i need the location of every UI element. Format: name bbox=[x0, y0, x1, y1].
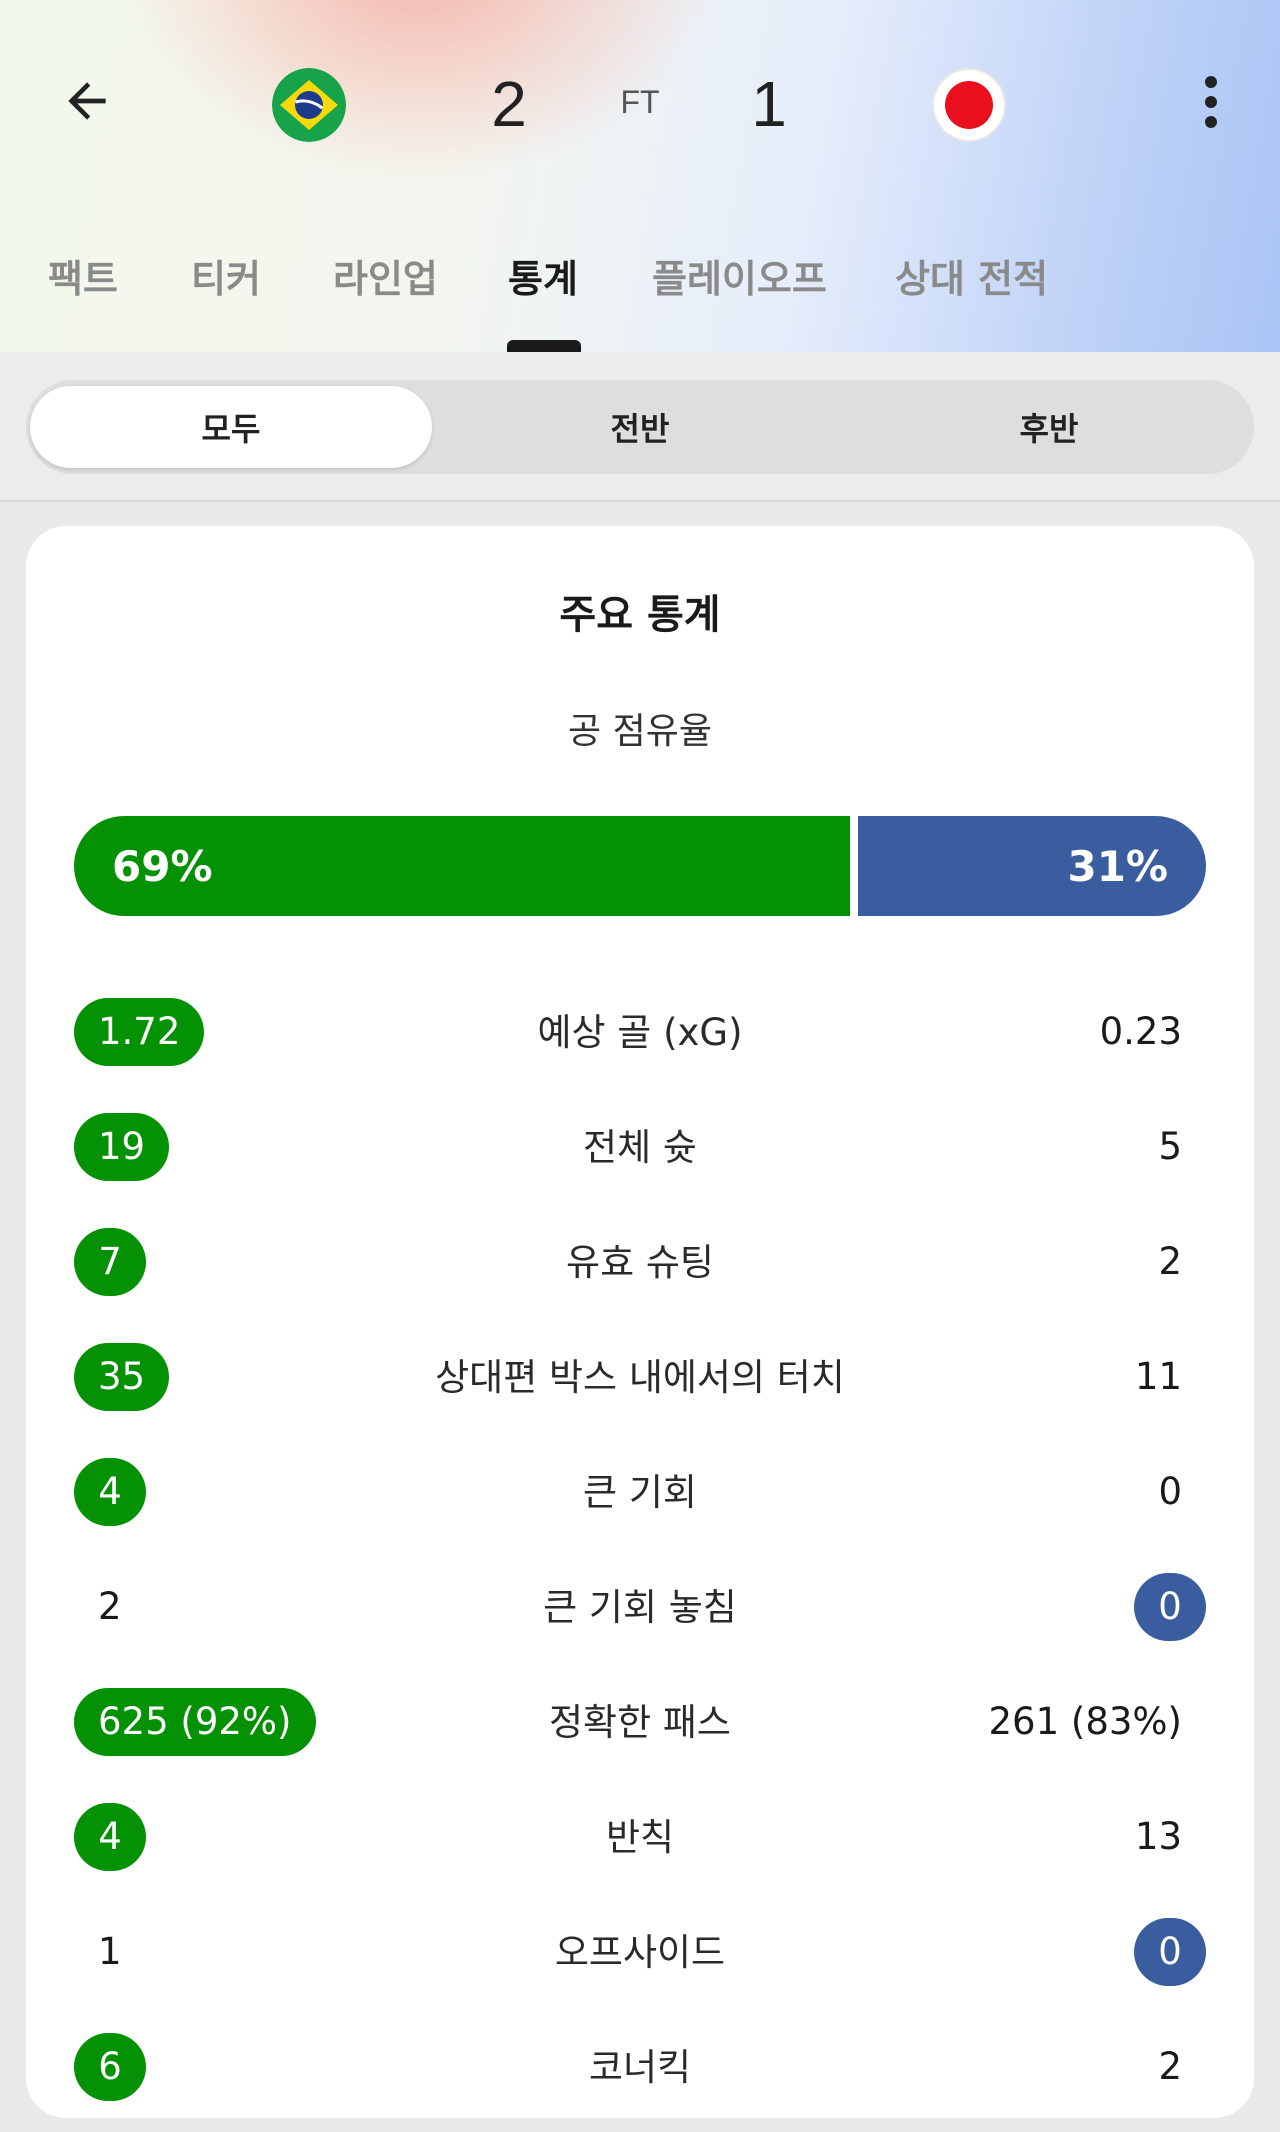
segment-all[interactable]: 모두 bbox=[30, 386, 432, 468]
stat-away-value: 11 bbox=[1134, 1355, 1182, 1398]
stat-home-value: 7 bbox=[74, 1228, 146, 1296]
stat-away-value: 13 bbox=[1134, 1815, 1182, 1858]
arrow-left-icon bbox=[68, 82, 106, 120]
stat-row: 정확한 패스 625 (92%) 261 (83%) bbox=[74, 1688, 1206, 1758]
stat-away-value: 5 bbox=[1158, 1125, 1182, 1168]
stat-label: 상대편 박스 내에서의 터치 bbox=[435, 1356, 845, 1399]
stat-home-value: 1.72 bbox=[74, 998, 205, 1066]
card-title: 주요 통계 bbox=[559, 592, 721, 638]
japan-flag-icon[interactable] bbox=[932, 68, 1006, 142]
stat-away-value: 2 bbox=[1158, 1240, 1182, 1283]
tab-lineup[interactable]: 라인업 bbox=[333, 248, 438, 303]
stat-row: 예상 골 (xG) 1.72 0.23 bbox=[74, 998, 1206, 1068]
segment-second-half[interactable]: 후반 bbox=[848, 386, 1250, 468]
top-stats-card: 주요 통계 공 점유율 69% 31% 예상 골 (xG) 1.72 0.23 전체 … bbox=[26, 526, 1254, 2118]
back-button[interactable] bbox=[52, 66, 122, 136]
stat-label: 예상 골 (xG) bbox=[537, 1011, 743, 1054]
stat-label: 유효 슈팅 bbox=[566, 1241, 714, 1284]
stat-label: 큰 기회 bbox=[583, 1471, 697, 1514]
match-header: 2 FT 1 팩트 티커 라인업 통계 플레이오프 상대 전적 bbox=[0, 0, 1280, 352]
stat-away-value: 2 bbox=[1158, 2045, 1182, 2088]
stat-row: 반칙 4 13 bbox=[74, 1803, 1206, 1873]
possession-label: 공 점유율 bbox=[568, 711, 712, 752]
brazil-flag-icon[interactable] bbox=[272, 68, 346, 142]
stat-home-value: 6 bbox=[74, 2033, 146, 2101]
tab-ticker[interactable]: 티커 bbox=[191, 248, 261, 303]
stat-row: 큰 기회 놓침 2 0 bbox=[74, 1573, 1206, 1643]
stat-label: 오프사이드 bbox=[554, 1931, 726, 1974]
stat-away-value: 0.23 bbox=[1099, 1010, 1182, 1053]
match-tabs: 팩트 티커 라인업 통계 플레이오프 상대 전적 bbox=[0, 248, 1280, 308]
stat-away-value: 0 bbox=[1158, 1470, 1182, 1513]
segment-first-half[interactable]: 전반 bbox=[439, 386, 841, 468]
stat-home-value: 625 (92%) bbox=[74, 1688, 316, 1756]
home-score: 2 bbox=[491, 68, 527, 140]
tab-facts[interactable]: 팩트 bbox=[48, 248, 118, 303]
stat-label: 코너킥 bbox=[588, 2046, 692, 2089]
stat-row: 전체 슛 19 5 bbox=[74, 1113, 1206, 1183]
tab-head-to-head[interactable]: 상대 전적 bbox=[895, 248, 1048, 303]
tab-stats[interactable]: 통계 bbox=[508, 248, 578, 303]
possession-bar: 69% 31% bbox=[74, 816, 1206, 916]
stat-home-value: 19 bbox=[74, 1113, 170, 1181]
stat-home-value: 2 bbox=[98, 1585, 122, 1628]
stat-row: 유효 슈팅 7 2 bbox=[74, 1228, 1206, 1298]
active-tab-indicator bbox=[507, 340, 581, 352]
tab-playoff[interactable]: 플레이오프 bbox=[652, 248, 827, 303]
stat-label: 전체 슛 bbox=[583, 1126, 697, 1169]
period-filter-bar: 모두 전반 후반 bbox=[0, 352, 1280, 502]
stat-row: 오프사이드 1 0 bbox=[74, 1918, 1206, 1988]
stat-home-value: 4 bbox=[74, 1803, 146, 1871]
possession-away-segment: 31% bbox=[858, 816, 1206, 916]
stat-away-value: 261 (83%) bbox=[988, 1700, 1183, 1743]
period-segmented-control: 모두 전반 후반 bbox=[26, 380, 1254, 474]
stat-label: 큰 기회 놓침 bbox=[543, 1586, 737, 1629]
match-status: FT bbox=[620, 84, 660, 120]
stat-row: 상대편 박스 내에서의 터치 35 11 bbox=[74, 1343, 1206, 1413]
possession-home-segment: 69% bbox=[74, 816, 850, 916]
more-vertical-icon bbox=[1205, 76, 1217, 128]
stat-row: 코너킥 6 2 bbox=[74, 2033, 1206, 2103]
away-score: 1 bbox=[751, 68, 787, 140]
stat-label: 반칙 bbox=[605, 1816, 675, 1859]
stat-away-value: 0 bbox=[1134, 1918, 1206, 1986]
more-options-button[interactable] bbox=[1186, 70, 1236, 134]
stat-home-value: 1 bbox=[98, 1930, 122, 1973]
stat-row: 큰 기회 4 0 bbox=[74, 1458, 1206, 1528]
stat-home-value: 35 bbox=[74, 1343, 170, 1411]
stat-home-value: 4 bbox=[74, 1458, 146, 1526]
stat-away-value: 0 bbox=[1134, 1573, 1206, 1641]
